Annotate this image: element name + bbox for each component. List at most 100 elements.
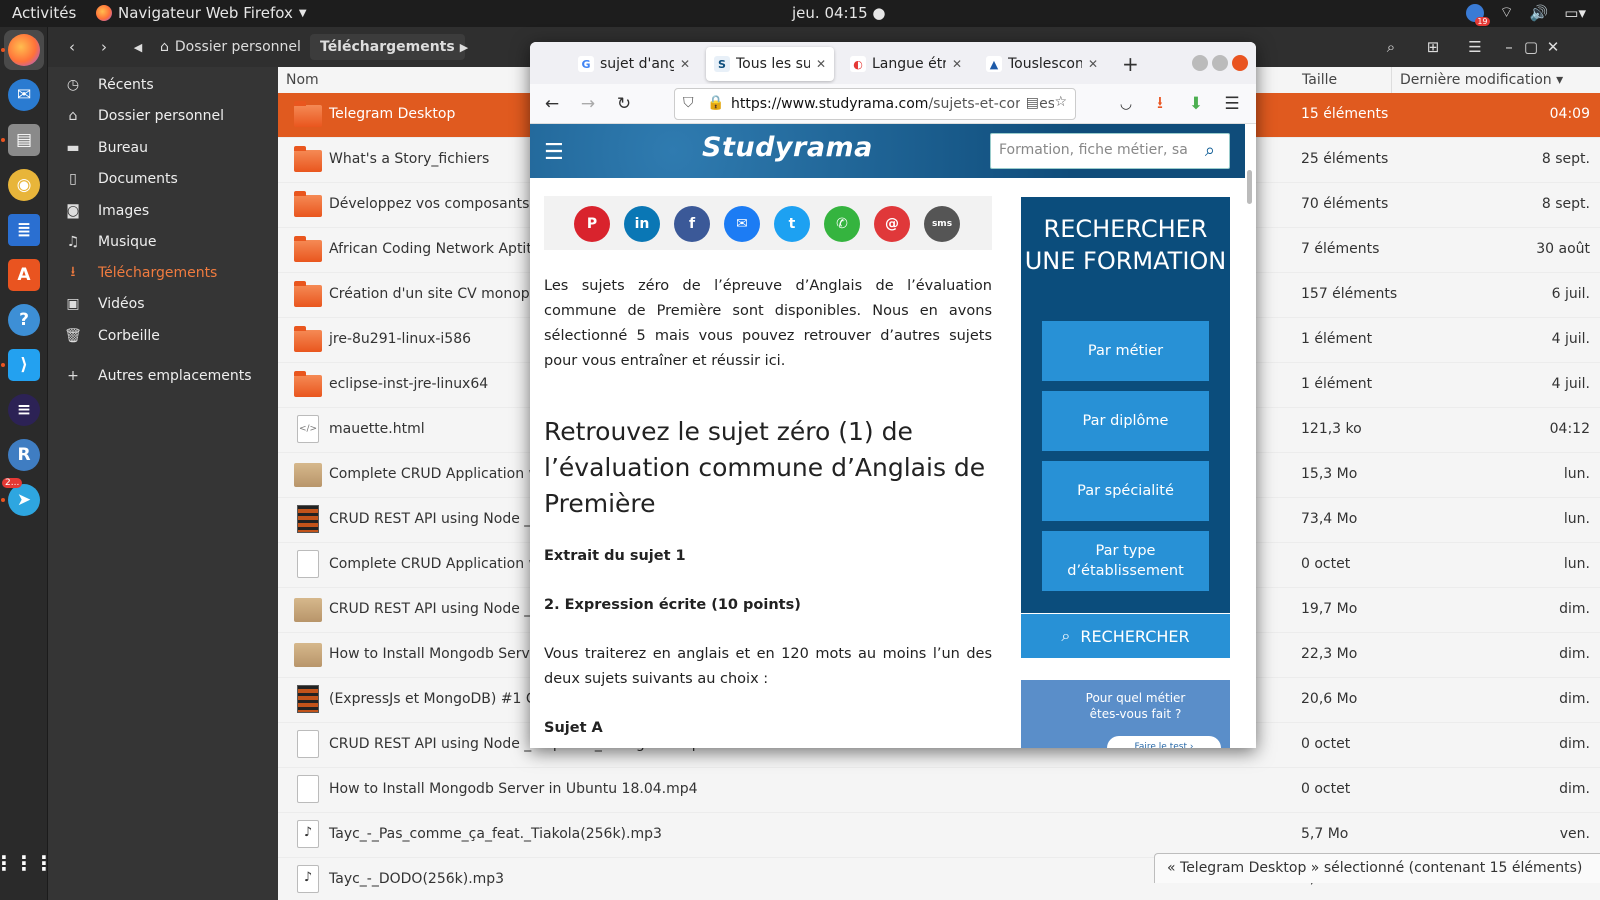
hamburger-menu-icon[interactable]: ☰ bbox=[544, 140, 564, 165]
whatsapp-icon[interactable]: ✆ bbox=[824, 206, 860, 242]
minimize-button[interactable] bbox=[1192, 55, 1208, 71]
breadcrumb-left-arrow[interactable]: ◀ bbox=[130, 34, 146, 60]
dock-eclipse[interactable]: ≡ bbox=[4, 390, 44, 430]
sidebar-item-images[interactable]: ◙ Images bbox=[48, 196, 278, 226]
tab-close-icon[interactable]: ✕ bbox=[816, 57, 826, 71]
browser-tab[interactable]: ▲ Touslesconcours ✕ bbox=[978, 47, 1106, 81]
browser-tab[interactable]: ◐ Langue étrangère ✕ bbox=[842, 47, 970, 81]
file-size: 20,6 Mo bbox=[1301, 691, 1358, 707]
close-button[interactable] bbox=[1232, 55, 1248, 71]
linkedin-icon[interactable]: in bbox=[624, 206, 660, 242]
twitter-icon[interactable]: t bbox=[774, 206, 810, 242]
sidebar-item-bureau[interactable]: ▬ Bureau bbox=[48, 133, 278, 163]
dock-help[interactable]: ? bbox=[4, 300, 44, 340]
tab-close-icon[interactable]: ✕ bbox=[952, 57, 962, 71]
downloads-icon[interactable]: ⭳ bbox=[1148, 92, 1172, 116]
page-scrollbar[interactable] bbox=[1247, 170, 1252, 204]
app-menu-button[interactable]: ☰ bbox=[1220, 92, 1244, 116]
dock-thunderbird[interactable]: ✉ bbox=[4, 75, 44, 115]
show-applications-button[interactable]: ⋮⋮⋮ bbox=[0, 843, 54, 883]
home-icon: ⌂ bbox=[160, 39, 169, 55]
facebook-icon[interactable]: f bbox=[674, 206, 710, 242]
column-size[interactable]: Taille bbox=[1298, 67, 1392, 93]
new-tab-button[interactable]: + bbox=[1122, 52, 1139, 76]
tab-close-icon[interactable]: ✕ bbox=[680, 57, 690, 71]
search-button[interactable]: ⌕ bbox=[1378, 34, 1404, 60]
quiz-banner-button[interactable]: Faire le test › bbox=[1107, 736, 1221, 748]
formation-search-button[interactable]: ⌕ RECHERCHER bbox=[1021, 614, 1230, 658]
activities-button[interactable]: Activités bbox=[12, 4, 76, 22]
tab-favicon-icon: ◐ bbox=[850, 56, 866, 72]
email-icon[interactable]: @ bbox=[874, 206, 910, 242]
maximize-button[interactable]: ▢ bbox=[1522, 34, 1540, 60]
formation-button[interactable]: Par métier bbox=[1042, 321, 1209, 381]
dock-vscode[interactable]: ⟩ bbox=[4, 345, 44, 385]
tab-favicon-icon: G bbox=[578, 56, 594, 72]
archive-icon bbox=[294, 463, 322, 487]
quiz-banner[interactable]: Pour quel métier êtes-vous fait ? Faire … bbox=[1021, 680, 1230, 748]
tab-close-icon[interactable]: ✕ bbox=[1088, 57, 1098, 71]
site-search-input[interactable]: Formation, fiche métier, sa ⌕ bbox=[990, 133, 1230, 169]
file-name: Création d'un site CV monopag bbox=[329, 286, 548, 302]
dock-software[interactable]: A bbox=[4, 255, 44, 295]
firefox-icon bbox=[8, 34, 40, 66]
forward-button[interactable]: → bbox=[576, 92, 600, 116]
file-name: mauette.html bbox=[329, 421, 425, 437]
sidebar-item-autres-emplacements[interactable]: + Autres emplacements bbox=[48, 361, 278, 391]
reload-button[interactable]: ↻ bbox=[612, 92, 636, 116]
breadcrumb-downloads[interactable]: Téléchargements bbox=[310, 34, 465, 60]
studyrama-logo[interactable]: Studyrama bbox=[702, 132, 873, 163]
reader-view-icon[interactable]: ▤ bbox=[1019, 95, 1039, 111]
clock-icon: ◷ bbox=[66, 77, 80, 93]
view-toggle-button[interactable]: ⊞ bbox=[1420, 34, 1446, 60]
breadcrumb-right-arrow[interactable]: ▶ bbox=[456, 34, 472, 60]
browser-tab[interactable]: S Tous les sujets ✕ bbox=[706, 47, 834, 81]
file-row[interactable]: How to Install Mongodb Server in Ubuntu … bbox=[278, 768, 1600, 813]
sms-icon[interactable]: sms bbox=[924, 206, 960, 242]
sidebar-item-dossier-personnel[interactable]: ⌂ Dossier personnel bbox=[48, 101, 278, 131]
dock-files[interactable]: ▤ bbox=[4, 120, 44, 160]
sidebar-item-label: Documents bbox=[98, 171, 178, 187]
sidebar-item-récents[interactable]: ◷ Récents bbox=[48, 70, 278, 100]
file-row[interactable]: ♪ Tayc_-_Pas_comme_ça_feat._Tiakola(256k)… bbox=[278, 813, 1600, 858]
bookmark-star-icon[interactable]: ☆ bbox=[1054, 94, 1067, 110]
extension-icon[interactable]: ⬇ bbox=[1184, 92, 1208, 116]
pocket-icon[interactable]: ◡ bbox=[1114, 92, 1138, 116]
dock-telegram[interactable]: ➤ 2... bbox=[2, 478, 44, 520]
url-bar[interactable]: ⛉ 🔒 https://www.studyrama.com/sujets-et-… bbox=[674, 88, 1076, 120]
close-button[interactable]: ✕ bbox=[1544, 34, 1562, 60]
column-modified[interactable]: Dernière modification ▾ bbox=[1400, 67, 1600, 93]
minimize-button[interactable]: – bbox=[1500, 34, 1518, 60]
messenger-icon[interactable]: ✉ bbox=[724, 206, 760, 242]
browser-tab[interactable]: Gsujet d'anglais ✕ bbox=[570, 47, 698, 81]
back-button[interactable]: ← bbox=[540, 92, 564, 116]
notification-icon[interactable]: 19 bbox=[1465, 3, 1490, 26]
wifi-icon[interactable]: ⌔ bbox=[1500, 3, 1514, 22]
sidebar-item-musique[interactable]: ♫ Musique bbox=[48, 227, 278, 257]
system-tray[interactable]: 19 ⌔ 🔊 ▭▾ bbox=[1465, 3, 1586, 26]
clock[interactable]: jeu. 04:15 ● bbox=[792, 4, 886, 22]
app-menu[interactable]: Navigateur Web Firefox ▼ bbox=[96, 4, 307, 22]
volume-icon[interactable]: 🔊 bbox=[1530, 4, 1549, 22]
sidebar-item-téléchargements[interactable]: ⭳ Téléchargements bbox=[48, 258, 278, 288]
back-button[interactable]: ‹ bbox=[60, 34, 84, 60]
sidebar-item-documents[interactable]: ▯ Documents bbox=[48, 164, 278, 194]
maximize-button[interactable] bbox=[1212, 55, 1228, 71]
shield-icon[interactable]: ⛉ bbox=[683, 95, 694, 111]
forward-button[interactable]: › bbox=[92, 34, 116, 60]
dock-rhythmbox[interactable]: ◉ bbox=[4, 165, 44, 205]
dock-firefox[interactable] bbox=[4, 30, 44, 70]
breadcrumb-home[interactable]: ⌂ Dossier personnel bbox=[150, 34, 311, 60]
battery-icon[interactable]: ▭▾ bbox=[1564, 4, 1586, 22]
pinterest-icon[interactable]: P bbox=[574, 206, 610, 242]
formation-button[interactable]: Par type d’établissement bbox=[1042, 531, 1209, 591]
dock-writer[interactable]: ≣ bbox=[4, 210, 44, 250]
search-icon[interactable]: ⌕ bbox=[1205, 140, 1215, 161]
menu-button[interactable]: ☰ bbox=[1462, 34, 1488, 60]
formation-button[interactable]: Par diplôme bbox=[1042, 391, 1209, 451]
formation-button[interactable]: Par spécialité bbox=[1042, 461, 1209, 521]
sidebar-item-vidéos[interactable]: ▣ Vidéos bbox=[48, 289, 278, 319]
dock-r[interactable]: R bbox=[4, 435, 44, 475]
sidebar-item-corbeille[interactable]: 🗑 Corbeille bbox=[48, 321, 278, 351]
lock-icon[interactable]: 🔒 bbox=[707, 95, 724, 111]
